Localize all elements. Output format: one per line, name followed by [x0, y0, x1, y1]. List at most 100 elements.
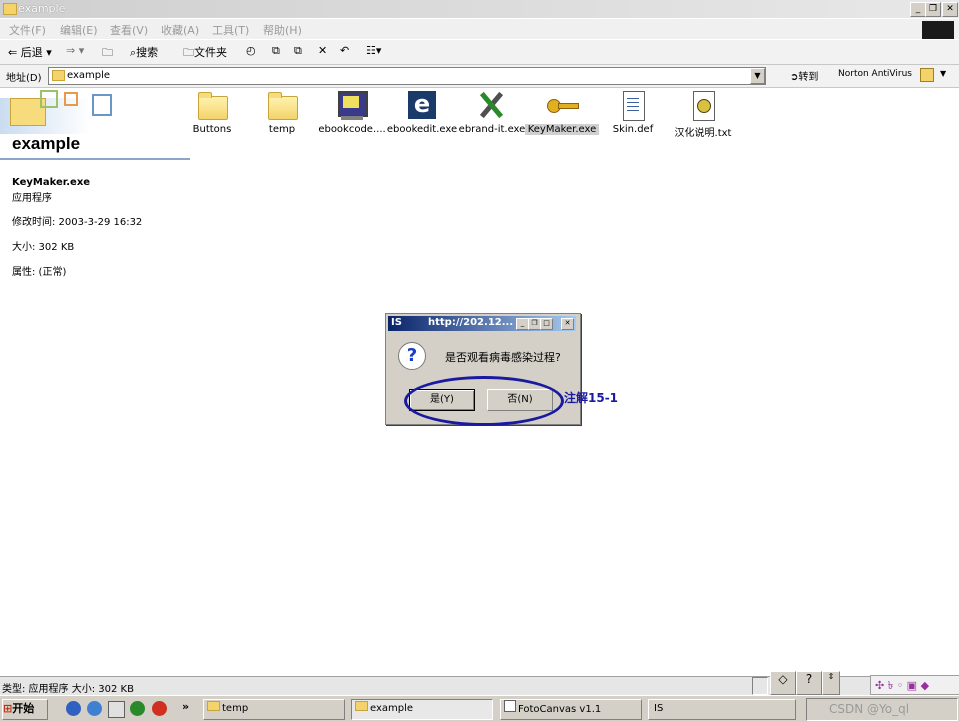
file-item-readme-txt[interactable]: 汉化说明.txt — [666, 90, 740, 139]
annotation-label: 注解15-1 — [564, 391, 619, 405]
document-icon — [616, 90, 650, 122]
desktop-icon[interactable] — [108, 701, 125, 718]
folders-button[interactable]: 🗀文件夹 — [183, 44, 227, 63]
selected-file-modified: 修改时间: 2003-3-29 16:32 — [12, 217, 143, 228]
address-dropdown-button[interactable]: ▼ — [750, 68, 765, 84]
app-icon[interactable] — [130, 701, 145, 716]
views-button[interactable]: ☷▾ — [366, 44, 381, 57]
dialog-title-url: http://202.12... — [428, 317, 514, 328]
file-label: Buttons — [192, 124, 232, 135]
window-title-bar[interactable]: example _ ❐ ✕ — [0, 0, 959, 18]
menu-bar: 文件(F) 编辑(E) 查看(V) 收藏(A) 工具(T) 帮助(H) — [0, 19, 959, 39]
dialog-close-button[interactable]: ✕ — [561, 318, 574, 330]
updown-arrows-icon[interactable]: ⇕ — [822, 671, 840, 695]
outlook-icon[interactable] — [87, 701, 102, 716]
folder-icon — [265, 90, 299, 122]
delete-button[interactable]: ✕ — [318, 44, 327, 57]
menu-edit[interactable]: 编辑(E) — [60, 22, 98, 38]
copy-to-button[interactable]: ⧉ — [294, 44, 302, 58]
selected-file-size: 大小: 302 KB — [12, 242, 75, 253]
forward-button[interactable]: ⇒ ▾ — [66, 44, 84, 57]
text-file-icon — [686, 90, 720, 122]
up-folder-icon: 🗀 — [102, 46, 113, 59]
divider — [0, 158, 190, 160]
views-icon: ☷ — [366, 44, 376, 57]
task-example[interactable]: example — [351, 699, 493, 720]
system-tray: CSDN @Yo_ql — [806, 698, 958, 721]
ebook-e-icon: e — [405, 90, 439, 122]
folder-icon — [52, 70, 65, 81]
watermark: CSDN @Yo_ql — [829, 702, 910, 716]
move-to-button[interactable]: ⧉ — [272, 44, 280, 58]
ie-icon[interactable] — [66, 701, 81, 716]
file-label: ebookedit.exe — [386, 124, 458, 135]
app-icon[interactable] — [152, 701, 167, 716]
history-icon: ◴ — [246, 44, 256, 57]
status-text: 类型: 应用程序 大小: 302 KB — [2, 684, 134, 695]
task-fotocanvas[interactable]: FotoCanvas v1.1 — [500, 699, 642, 720]
menu-view[interactable]: 查看(V) — [110, 22, 148, 38]
dialog-maximize-button[interactable]: □ — [540, 318, 553, 330]
menu-help[interactable]: 帮助(H) — [263, 22, 302, 38]
task-is[interactable]: IS — [648, 699, 796, 720]
toolbar: ⇐ 后退 ▾ ⇒ ▾ 🗀 ⌕搜索 🗀文件夹 ◴ ⧉ ⧉ ✕ ↶ ☷▾ — [0, 40, 959, 65]
chevron-down-icon: ▼ — [754, 71, 761, 80]
file-item-keymaker[interactable]: KeyMaker.exe — [525, 90, 599, 135]
folder-icon — [355, 701, 368, 711]
address-bar: 地址(D) example ▼ ➲转到 Norton AntiVirus ▼ — [0, 65, 959, 88]
minimize-button[interactable]: _ — [910, 2, 926, 17]
status-bar: 类型: 应用程序 大小: 302 KB ◇ ? ⇕ ✣ ৳ ◦ ▣ ◆ — [0, 671, 959, 695]
help-question-icon[interactable]: ? — [796, 671, 822, 695]
tools-icon — [475, 90, 509, 122]
file-item-buttons[interactable]: Buttons — [175, 90, 249, 135]
history-button[interactable]: ◴ — [246, 44, 256, 57]
back-button[interactable]: ⇐ 后退 ▾ — [8, 44, 52, 60]
file-label: ebrand-it.exe — [458, 124, 526, 135]
file-item-ebookedit[interactable]: e ebookedit.exe — [385, 90, 459, 136]
menu-file[interactable]: 文件(F) — [9, 22, 46, 38]
file-item-ebookcode[interactable]: ebookcode.... — [315, 90, 389, 135]
dialog-message: 是否观看病毒感染过程? — [445, 351, 561, 364]
address-label: 地址(D) — [6, 73, 42, 84]
go-button[interactable]: ➲转到 — [790, 68, 818, 83]
up-folder-button[interactable]: 🗀 — [102, 44, 113, 63]
folder-title: example — [12, 134, 81, 153]
diamond-icon[interactable]: ◇ — [770, 671, 796, 695]
folder-banner-graphic — [0, 90, 112, 134]
file-item-ebrand-it[interactable]: ebrand-it.exe — [455, 90, 529, 135]
undo-button[interactable]: ↶ — [340, 44, 349, 57]
forward-arrow-icon: ⇒ — [66, 44, 76, 57]
key-icon — [545, 90, 579, 122]
quicklaunch-more-icon[interactable]: » — [182, 700, 189, 713]
selected-file-type: 应用程序 — [12, 193, 52, 204]
ime-toolbar[interactable]: ✣ ৳ ◦ ▣ ◆ — [870, 675, 959, 695]
norton-antivirus-button[interactable]: Norton AntiVirus — [838, 69, 912, 79]
question-icon: ? — [398, 342, 426, 370]
fotocanvas-icon — [504, 700, 516, 712]
status-pane — [752, 677, 768, 695]
folders-icon: 🗀 — [183, 46, 194, 59]
windows-flag-icon: ⊞ — [3, 702, 13, 715]
restore-button[interactable]: ❐ — [925, 2, 941, 17]
selected-file-attributes: 属性: (正常) — [12, 267, 67, 278]
folder-icon — [3, 3, 17, 15]
file-label: ebookcode.... — [318, 124, 386, 135]
dialog-title-bar[interactable]: IS http://202.12... _ ❐ □ ✕ — [388, 316, 576, 331]
norton-icon[interactable] — [920, 68, 934, 82]
selected-file-name: KeyMaker.exe — [12, 177, 91, 188]
file-label: temp — [268, 124, 296, 135]
address-value: example — [67, 70, 111, 81]
menu-tools[interactable]: 工具(T) — [212, 22, 249, 38]
menu-favorites[interactable]: 收藏(A) — [161, 22, 199, 38]
file-item-skin-def[interactable]: Skin.def — [596, 90, 670, 135]
address-input[interactable]: example ▼ — [48, 67, 766, 85]
folder-icon — [207, 701, 220, 711]
close-button[interactable]: ✕ — [942, 2, 958, 17]
chevron-down-icon[interactable]: ▼ — [940, 69, 946, 78]
search-button[interactable]: ⌕搜索 — [130, 44, 158, 60]
file-label: KeyMaker.exe — [525, 124, 599, 135]
task-temp[interactable]: temp — [203, 699, 345, 720]
file-item-temp[interactable]: temp — [245, 90, 319, 135]
undo-icon: ↶ — [340, 44, 350, 57]
start-button[interactable]: ⊞开始 — [2, 699, 48, 720]
